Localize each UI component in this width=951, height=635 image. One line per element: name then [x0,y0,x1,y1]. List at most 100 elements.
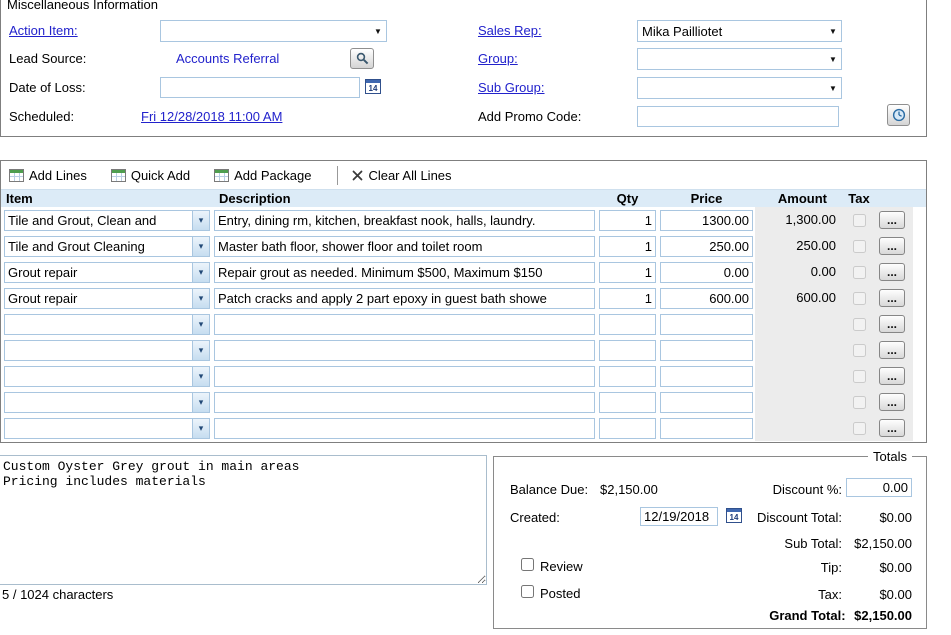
description-input[interactable] [214,418,595,439]
add-package-button[interactable]: Add Package [214,168,311,183]
description-input[interactable] [214,314,595,335]
item-select[interactable]: ▾ [4,366,210,387]
sub-group-label[interactable]: Sub Group: [478,80,545,95]
qty-input[interactable] [599,366,656,387]
chevron-down-icon[interactable]: ▾ [192,289,209,308]
price-input[interactable] [660,366,753,387]
price-input[interactable] [660,418,753,439]
item-select[interactable]: Tile and Grout Cleaning ▾ [4,236,210,257]
chevron-down-icon[interactable]: ▾ [192,263,209,282]
chevron-down-icon[interactable]: ▾ [192,237,209,256]
price-input[interactable] [660,210,753,231]
chevron-down-icon[interactable]: ▾ [192,211,209,230]
lead-source-search-button[interactable] [350,48,374,69]
line-options-button[interactable]: ... [879,211,905,229]
qty-input[interactable] [599,288,656,309]
line-options-button[interactable]: ... [879,419,905,437]
amount-value: 1,300.00 [755,207,845,233]
add-lines-label: Add Lines [29,168,87,183]
line-items-body: Tile and Grout, Clean and ▾ 1,300.00 ... [1,207,926,441]
sales-rep-select[interactable]: Mika Pailliotet ▼ [637,20,842,42]
qty-input[interactable] [599,392,656,413]
table-row: ▾ ... [1,415,926,441]
tax-checkbox [853,344,866,357]
item-select[interactable]: Grout repair ▾ [4,262,210,283]
qty-input[interactable] [599,418,656,439]
price-input[interactable] [660,314,753,335]
calendar-icon[interactable]: 14 [365,79,381,94]
line-options-button[interactable]: ... [879,289,905,307]
table-row: Tile and Grout, Clean and ▾ 1,300.00 ... [1,207,926,233]
review-checkbox[interactable] [521,558,534,571]
promo-code-input[interactable] [637,106,839,127]
sub-group-select[interactable]: ▼ [637,77,842,99]
qty-input[interactable] [599,236,656,257]
quick-add-button[interactable]: Quick Add [111,168,190,183]
item-select[interactable]: ▾ [4,418,210,439]
clear-all-lines-button[interactable]: Clear All Lines [352,168,451,183]
item-select[interactable]: ▾ [4,340,210,361]
qty-input[interactable] [599,210,656,231]
description-input[interactable] [214,236,595,257]
qty-input[interactable] [599,262,656,283]
action-item-select[interactable]: ▼ [160,20,387,42]
line-options-button[interactable]: ... [879,263,905,281]
price-input[interactable] [660,236,753,257]
clear-all-lines-label: Clear All Lines [368,168,451,183]
tax-checkbox [853,240,866,253]
discount-pct-input[interactable] [846,478,912,497]
date-of-loss-label: Date of Loss: [9,80,86,95]
item-select[interactable]: Grout repair ▾ [4,288,210,309]
description-input[interactable] [214,210,595,231]
group-label[interactable]: Group: [478,51,518,66]
description-input[interactable] [214,392,595,413]
amount-value [755,337,845,363]
line-options-button[interactable]: ... [879,341,905,359]
item-select-value: Grout repair [5,289,192,308]
item-select-value: Grout repair [5,263,192,282]
chevron-down-icon[interactable]: ▾ [192,419,209,438]
description-input[interactable] [214,340,595,361]
item-select[interactable]: ▾ [4,392,210,413]
chevron-down-icon[interactable]: ▾ [192,341,209,360]
description-input[interactable] [214,366,595,387]
description-input[interactable] [214,262,595,283]
scheduled-value-link[interactable]: Fri 12/28/2018 11:00 AM [141,109,282,124]
sales-rep-label[interactable]: Sales Rep: [478,23,542,38]
lead-source-value[interactable]: Accounts Referral [176,51,279,66]
line-options-button[interactable]: ... [879,237,905,255]
sub-total-value: $2,150.00 [854,536,912,551]
order-notes-textarea[interactable]: Custom Oyster Grey grout in main areas P… [0,455,487,585]
posted-checkbox[interactable] [521,585,534,598]
created-date-input[interactable] [640,507,718,526]
price-input[interactable] [660,288,753,309]
qty-input[interactable] [599,340,656,361]
chevron-down-icon[interactable]: ▾ [192,367,209,386]
grand-total: Grand Total: $2,150.00 [769,608,912,623]
line-options-button[interactable]: ... [879,393,905,411]
add-lines-button[interactable]: Add Lines [9,168,87,183]
calendar-icon[interactable]: 14 [726,508,742,523]
col-header-qty: Qty [597,190,658,207]
description-input[interactable] [214,288,595,309]
line-options-button[interactable]: ... [879,315,905,333]
qty-input[interactable] [599,314,656,335]
promo-timer-button[interactable] [887,104,910,126]
balance-due-value: $2,150.00 [600,482,658,497]
item-select[interactable]: ▾ [4,314,210,335]
item-select[interactable]: Tile and Grout, Clean and ▾ [4,210,210,231]
col-header-amount: Amount [755,190,845,207]
amount-value [755,389,845,415]
price-input[interactable] [660,262,753,283]
chevron-down-icon[interactable]: ▾ [192,393,209,412]
search-icon [356,52,369,65]
line-options-button[interactable]: ... [879,367,905,385]
date-of-loss-input[interactable] [160,77,360,98]
group-select[interactable]: ▼ [637,48,842,70]
totals-section: Totals Balance Due: $2,150.00 Discount %… [493,456,927,629]
price-input[interactable] [660,392,753,413]
chevron-down-icon[interactable]: ▾ [192,315,209,334]
action-item-label[interactable]: Action Item: [9,23,78,38]
price-input[interactable] [660,340,753,361]
tax-checkbox [853,214,866,227]
